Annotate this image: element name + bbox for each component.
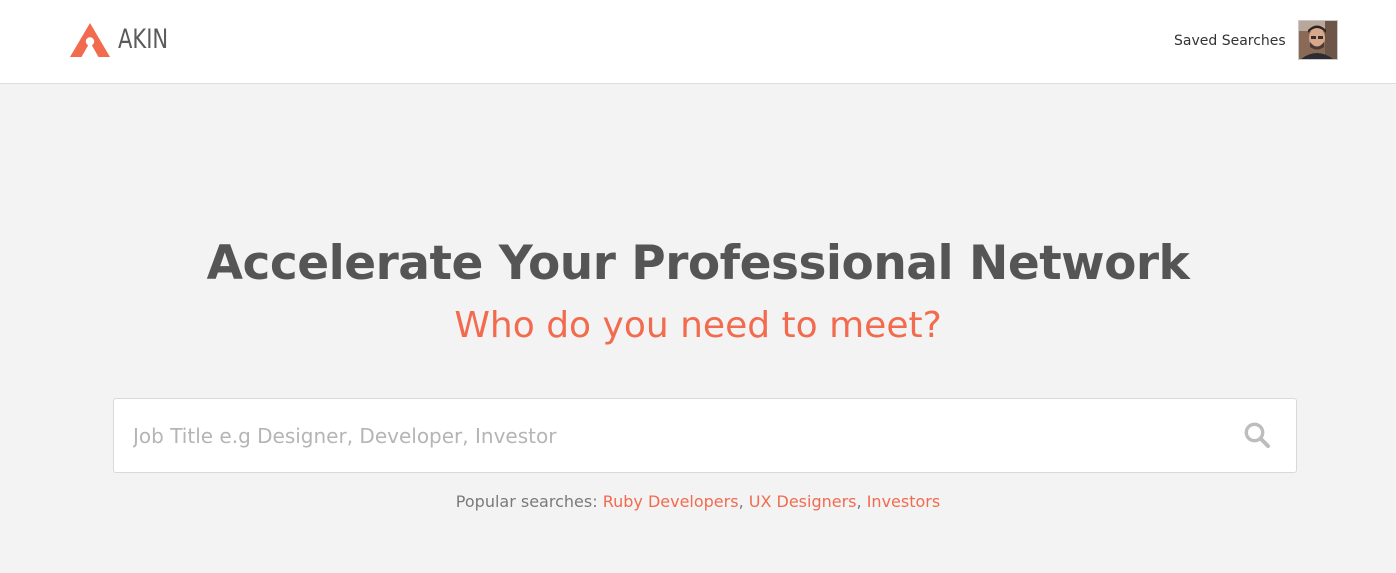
separator: , — [856, 492, 862, 511]
hero-subtitle: Who do you need to meet? — [454, 305, 942, 346]
search-icon — [1244, 422, 1270, 448]
hero-title: Accelerate Your Professional Network — [206, 236, 1190, 291]
popular-search-investors[interactable]: Investors — [867, 492, 940, 511]
popular-searches: Popular searches: Ruby Developers, UX De… — [0, 490, 1396, 514]
separator: , — [738, 492, 744, 511]
akin-logo-icon — [70, 23, 110, 57]
search-box — [113, 398, 1297, 473]
popular-search-ux-designers[interactable]: UX Designers — [749, 492, 857, 511]
logo-text: AKIN — [118, 24, 169, 55]
search-input[interactable] — [114, 399, 1214, 472]
user-avatar[interactable] — [1298, 20, 1338, 60]
search-button[interactable] — [1234, 412, 1280, 458]
top-header: AKIN Saved Searches — [0, 0, 1396, 84]
popular-searches-label: Popular searches: — [455, 492, 598, 511]
user-avatar-icon — [1299, 21, 1337, 59]
popular-search-ruby-developers[interactable]: Ruby Developers — [603, 492, 739, 511]
akin-logo[interactable]: AKIN — [70, 22, 182, 58]
saved-searches-link[interactable]: Saved Searches — [1174, 31, 1286, 51]
